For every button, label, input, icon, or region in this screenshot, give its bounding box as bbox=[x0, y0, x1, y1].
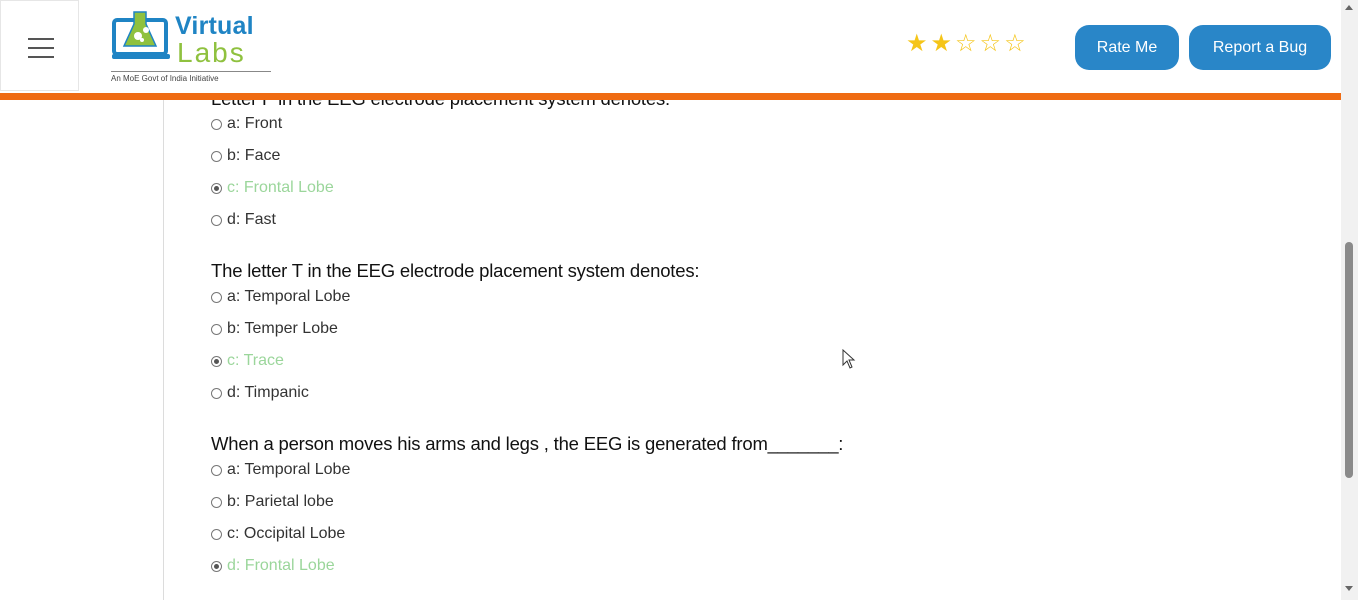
rate-me-button[interactable]: Rate Me bbox=[1075, 25, 1179, 70]
scroll-up-arrow-icon[interactable] bbox=[1345, 5, 1353, 10]
q2-option-c[interactable]: c: Trace bbox=[211, 352, 284, 370]
radio-button[interactable] bbox=[211, 387, 222, 399]
mouse-cursor-icon bbox=[842, 349, 856, 369]
radio-button[interactable] bbox=[211, 214, 222, 226]
option-label: b: Face bbox=[227, 147, 281, 164]
option-label: c: Trace bbox=[227, 352, 284, 369]
option-label: a: Temporal Lobe bbox=[227, 461, 351, 478]
radio-button[interactable] bbox=[211, 528, 222, 540]
scrollbar-thumb[interactable] bbox=[1345, 242, 1353, 478]
logo-text-labs: Labs bbox=[177, 37, 246, 68]
hamburger-icon bbox=[28, 38, 54, 58]
option-label: d: Fast bbox=[227, 211, 276, 228]
radio-button[interactable] bbox=[211, 464, 222, 476]
q2-option-b[interactable]: b: Temper Lobe bbox=[211, 320, 338, 338]
radio-button-selected[interactable] bbox=[211, 560, 222, 572]
radio-button-selected[interactable] bbox=[211, 182, 222, 194]
q3-option-b[interactable]: b: Parietal lobe bbox=[211, 493, 334, 511]
star-filled-icon[interactable]: ★ bbox=[906, 32, 928, 56]
q1-option-d[interactable]: d: Fast bbox=[211, 211, 276, 229]
option-label: d: Timpanic bbox=[227, 384, 309, 401]
star-rating[interactable]: ★ ★ ☆ ☆ ☆ bbox=[906, 32, 1026, 56]
star-empty-icon[interactable]: ☆ bbox=[980, 32, 1002, 56]
top-header: Virtual Labs An MoE Govt of India Initia… bbox=[0, 0, 1341, 93]
q2-option-d[interactable]: d: Timpanic bbox=[211, 384, 309, 402]
radio-button[interactable] bbox=[211, 291, 222, 303]
question-3-text: When a person moves his arms and legs , … bbox=[211, 433, 844, 454]
star-filled-icon[interactable]: ★ bbox=[931, 32, 953, 56]
q2-option-a[interactable]: a: Temporal Lobe bbox=[211, 288, 350, 306]
q3-option-d[interactable]: d: Frontal Lobe bbox=[211, 557, 335, 575]
report-bug-button[interactable]: Report a Bug bbox=[1189, 25, 1331, 70]
radio-button[interactable] bbox=[211, 496, 222, 508]
logo-tagline: An MoE Govt of India Initiative bbox=[111, 71, 271, 83]
option-label: a: Temporal Lobe bbox=[227, 288, 351, 305]
option-label: a: Front bbox=[227, 115, 283, 132]
star-empty-icon[interactable]: ☆ bbox=[955, 32, 977, 56]
flask-laptop-icon bbox=[112, 11, 170, 59]
menu-button[interactable] bbox=[0, 0, 79, 91]
star-empty-icon[interactable]: ☆ bbox=[1004, 32, 1026, 56]
question-2-text: The letter T in the EEG electrode placem… bbox=[211, 260, 700, 281]
radio-button[interactable] bbox=[211, 150, 222, 162]
radio-button[interactable] bbox=[211, 323, 222, 335]
option-label: c: Frontal Lobe bbox=[227, 179, 334, 196]
vertical-scrollbar[interactable] bbox=[1341, 0, 1358, 600]
radio-button-selected[interactable] bbox=[211, 355, 222, 367]
sidebar-divider bbox=[163, 100, 164, 600]
header-accent-bar bbox=[0, 93, 1341, 100]
option-label: b: Temper Lobe bbox=[227, 320, 338, 337]
q3-option-a[interactable]: a: Temporal Lobe bbox=[211, 461, 350, 479]
radio-button[interactable] bbox=[211, 118, 222, 130]
option-label: c: Occipital Lobe bbox=[227, 525, 346, 542]
virtual-labs-logo[interactable]: Virtual Labs An MoE Govt of India Initia… bbox=[80, 0, 280, 91]
q1-option-c[interactable]: c: Frontal Lobe bbox=[211, 179, 334, 197]
option-label: d: Frontal Lobe bbox=[227, 557, 335, 574]
scroll-down-arrow-icon[interactable] bbox=[1345, 586, 1353, 591]
q1-option-a[interactable]: a: Front bbox=[211, 115, 282, 133]
option-label: b: Parietal lobe bbox=[227, 493, 334, 510]
q3-option-c[interactable]: c: Occipital Lobe bbox=[211, 525, 345, 543]
q1-option-b[interactable]: b: Face bbox=[211, 147, 280, 165]
